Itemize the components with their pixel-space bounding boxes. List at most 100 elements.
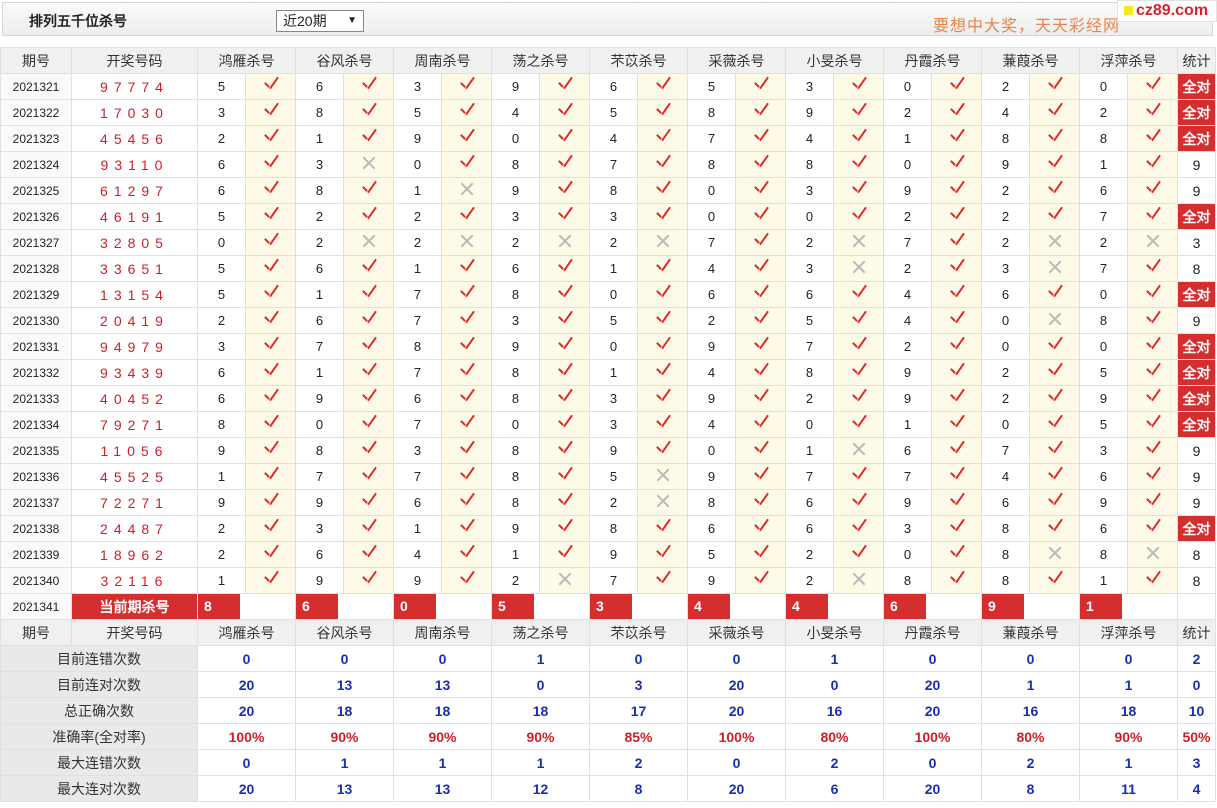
kill-number-cell: 2 (589, 229, 638, 256)
check-icon (262, 337, 280, 353)
result-cell (539, 567, 590, 594)
summary-value: 90% (393, 723, 492, 750)
site-logo[interactable]: cz89.com (1117, 0, 1217, 22)
check-icon (654, 441, 672, 457)
result-cell (931, 229, 982, 256)
check-icon (752, 415, 770, 431)
check-icon (752, 493, 770, 509)
kill-number-cell: 8 (491, 151, 540, 178)
result-cell (735, 73, 786, 100)
summary-value: 20 (197, 697, 296, 724)
kill-number-cell: 2 (981, 203, 1030, 230)
result-cell (1127, 541, 1178, 568)
result-cell (735, 567, 786, 594)
check-icon (458, 285, 476, 301)
check-icon (654, 389, 672, 405)
check-icon (948, 155, 966, 171)
check-icon (1046, 519, 1064, 535)
result-cell (245, 151, 296, 178)
table-row: 2021327 32805 0 2 2 2 2 7 2 7 2 2 3 (0, 229, 1216, 256)
summary-value: 1 (393, 749, 492, 776)
check-icon (262, 233, 280, 249)
kill-number-cell: 2 (883, 99, 932, 126)
kill-number-cell: 5 (197, 281, 246, 308)
issue-cell: 2021339 (0, 541, 72, 568)
result-cell (931, 255, 982, 282)
page-title: 排列五千位杀号 (29, 13, 127, 29)
summary-label: 目前连错次数 (0, 645, 198, 672)
kill-number-cell: 8 (393, 333, 442, 360)
kill-number-cell: 7 (393, 411, 442, 438)
result-cell (245, 229, 296, 256)
result-cell (441, 281, 492, 308)
kill-number-cell: 0 (883, 151, 932, 178)
kill-number-cell: 6 (785, 489, 834, 516)
check-icon (556, 129, 574, 145)
check-icon (1046, 415, 1064, 431)
result-cell (245, 307, 296, 334)
check-icon (948, 77, 966, 93)
kill-number-cell: 5 (393, 99, 442, 126)
result-cell (735, 411, 786, 438)
period-select[interactable]: 近20期 ▼ (276, 10, 364, 32)
kill-number-cell: 6 (197, 151, 246, 178)
result-cell (1029, 151, 1080, 178)
kill-number-cell: 3 (589, 385, 638, 412)
result-cell (833, 385, 884, 412)
result-cell (1127, 437, 1178, 464)
kill-number-cell: 3 (785, 255, 834, 282)
check-icon (752, 519, 770, 535)
check-icon (752, 571, 770, 587)
kill-number-cell: 9 (295, 567, 344, 594)
result-cell (833, 463, 884, 490)
result-cell (1029, 437, 1080, 464)
issue-cell: 2021331 (0, 333, 72, 360)
kill-number-cell: 2 (687, 307, 736, 334)
check-icon (556, 103, 574, 119)
check-icon (1144, 519, 1162, 535)
check-icon (360, 363, 378, 379)
result-cell (1029, 359, 1080, 386)
summary-stat: 3 (1177, 749, 1216, 776)
cross-icon (851, 571, 867, 587)
check-icon (1144, 441, 1162, 457)
summary-value: 20 (687, 775, 786, 802)
summary-stat: 0 (1177, 671, 1216, 698)
check-icon (458, 103, 476, 119)
kill-number-cell: 1 (295, 359, 344, 386)
result-cell (245, 489, 296, 516)
result-cell (833, 99, 884, 126)
kill-number-cell: 7 (393, 307, 442, 334)
current-kill-cell: 9 (981, 593, 1080, 620)
kill-number-cell: 0 (197, 229, 246, 256)
result-cell (637, 229, 688, 256)
summary-value: 0 (981, 645, 1080, 672)
kill-number-cell: 9 (491, 515, 540, 542)
stat-cell: 全对 (1177, 281, 1216, 308)
kill-number-cell: 2 (785, 567, 834, 594)
check-icon (262, 77, 280, 93)
stat-cell: 全对 (1177, 411, 1216, 438)
check-icon (556, 285, 574, 301)
summary-label: 准确率(全对率) (0, 723, 198, 750)
result-cell (343, 515, 394, 542)
current-kill-label: 当前期杀号 (71, 593, 198, 620)
kill-number-cell: 8 (687, 489, 736, 516)
summary-value: 0 (295, 645, 394, 672)
result-cell (343, 437, 394, 464)
kill-number-cell: 0 (883, 73, 932, 100)
kill-number-cell: 9 (883, 359, 932, 386)
check-icon (1144, 207, 1162, 223)
check-icon (262, 571, 280, 587)
check-icon (654, 129, 672, 145)
result-cell (245, 255, 296, 282)
kill-number-cell: 2 (883, 203, 932, 230)
result-cell (539, 99, 590, 126)
kill-number-cell: 3 (393, 437, 442, 464)
check-icon (752, 181, 770, 197)
kill-number-cell: 0 (491, 125, 540, 152)
check-icon (458, 337, 476, 353)
check-icon (948, 493, 966, 509)
check-icon (850, 519, 868, 535)
stat-cell: 全对 (1177, 73, 1216, 100)
